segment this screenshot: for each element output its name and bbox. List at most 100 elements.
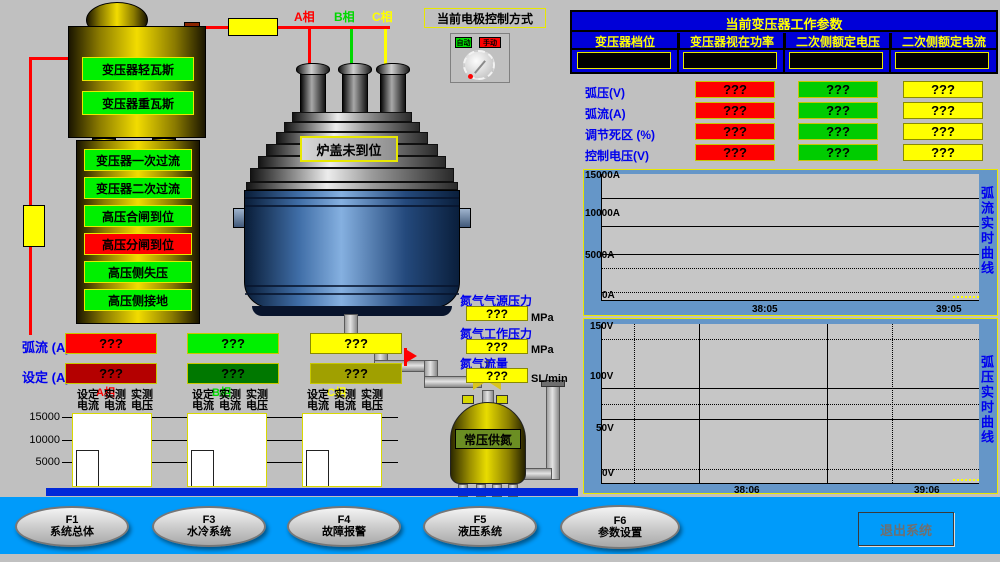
deadband-b: ??? — [798, 123, 878, 140]
furnace-lid-layer — [292, 112, 412, 122]
tap-position-value — [577, 52, 671, 69]
gridline — [602, 226, 979, 227]
lid-status-label: 炉盖未到位 — [300, 136, 398, 162]
col-set-current: 设定电流 — [74, 390, 102, 412]
circuit-line — [29, 247, 32, 335]
gridline — [892, 324, 893, 483]
bar-set-current-a — [76, 450, 99, 486]
circuit-line — [29, 57, 70, 60]
arc-current-c: ??? — [903, 102, 983, 119]
f3-label: 水冷系统 — [187, 526, 231, 539]
divider — [783, 33, 785, 72]
gridline — [634, 324, 635, 483]
furnace-rib — [245, 205, 459, 207]
footer-button-f3-water-cooling[interactable]: F3 水冷系统 — [152, 506, 266, 547]
setpoint-b-value[interactable]: ??? — [187, 363, 279, 384]
gridline — [602, 388, 979, 389]
col-meas-voltage: 实测电压 — [358, 390, 386, 412]
col-set-current: 设定电流 — [304, 390, 332, 412]
arc-voltage-b: ??? — [798, 81, 878, 98]
furnace-rib — [245, 197, 459, 199]
status-hv-grounding: 高压侧接地 — [84, 289, 192, 311]
bar-set-current-c — [306, 450, 329, 486]
arc-current-c-value: ??? — [310, 333, 402, 354]
line-marker-flag-icon — [407, 350, 417, 362]
footer-button-f5-hydraulic-system[interactable]: F5 液压系统 — [423, 506, 537, 547]
trend-cursor[interactable] — [953, 296, 979, 298]
footer-bar: F1 系统总体 F3 水冷系统 F4 故障报警 F5 液压系统 F6 参数设置 … — [0, 497, 1000, 554]
arc-current-trend-chart: 15000A 10000A 5000A 0A 38:05 39:05 弧流实时曲… — [583, 169, 998, 316]
deadband-label: 调节死区 (%) — [585, 126, 655, 143]
arc-current-b-value: ??? — [187, 333, 279, 354]
arc-voltage-label: 弧压(V) — [585, 84, 625, 101]
status-primary-overcurrent: 变压器一次过流 — [84, 149, 192, 171]
circuit-line — [29, 57, 32, 207]
floor-strip — [46, 488, 578, 496]
tank-label: 常压供氮 — [455, 429, 521, 449]
knob-indicator-dot — [468, 74, 473, 79]
furnace-rib — [245, 285, 459, 287]
exit-system-button[interactable]: 退出系统 — [858, 512, 954, 546]
auto-mode-button[interactable]: 自动 — [455, 37, 472, 48]
gas-working-pressure-value: ??? — [466, 339, 528, 354]
arc-current-row-label: 弧流 (A) — [22, 337, 70, 356]
furnace-lid-layer — [284, 122, 420, 132]
mode-selector-knob[interactable] — [463, 50, 495, 80]
trend-cursor[interactable] — [953, 479, 979, 481]
ytick-100V: 100V — [590, 371, 613, 382]
circuit-component — [23, 205, 45, 247]
col-meas-current: 实测电流 — [331, 390, 359, 412]
divider — [677, 33, 679, 72]
furnace-body — [244, 190, 460, 308]
bar-set-current-b — [191, 450, 214, 486]
gas-source-pressure-unit: MPa — [531, 312, 554, 324]
bar-ytick-5000: 5000 — [20, 456, 60, 468]
mode-selector-panel: 自动 手动 — [450, 33, 510, 83]
f6-key: F6 — [614, 515, 627, 527]
arc-voltage-trend-chart: 150V 100V 50V 0V 38:06 39:06 弧压实时曲线 — [583, 318, 998, 494]
footer-button-f4-fault-alarm[interactable]: F4 故障报警 — [287, 506, 401, 547]
divider — [572, 30, 996, 32]
control-voltage-a: ??? — [695, 144, 775, 161]
ytick-150V: 150V — [590, 321, 613, 332]
col-meas-current: 实测电流 — [101, 390, 129, 412]
status-transformer-light-gas: 变压器轻瓦斯 — [82, 57, 194, 81]
secondary-rated-voltage-value — [789, 52, 883, 69]
setpoint-c-value[interactable]: ??? — [310, 363, 402, 384]
manual-mode-button[interactable]: 手动 — [479, 37, 501, 48]
col-meas-current: 实测电流 — [216, 390, 244, 412]
footer-button-f1-system-overview[interactable]: F1 系统总体 — [15, 506, 129, 547]
gridline — [602, 404, 979, 405]
gridline — [602, 419, 979, 420]
furnace-lid-layer — [250, 168, 454, 182]
status-hv-voltage-loss: 高压侧失压 — [84, 261, 192, 283]
footer-button-f6-parameter-settings[interactable]: F6 参数设置 — [560, 505, 680, 549]
bar-panel-phase-a — [72, 413, 152, 487]
gas-working-pressure-unit: MPa — [531, 344, 554, 356]
gridline — [602, 469, 979, 470]
bar-ytick-10000: 10000 — [20, 434, 60, 446]
f4-label: 故障报警 — [322, 526, 366, 539]
f6-label: 参数设置 — [598, 527, 642, 540]
bar-panel-phase-b — [187, 413, 267, 487]
furnace-trunnion — [233, 208, 245, 228]
arc-voltage-plot-area — [601, 324, 979, 484]
ytick-0A: 0A — [602, 290, 615, 301]
ytick-10000A: 10000A — [585, 208, 620, 219]
xtick-left: 38:05 — [752, 304, 778, 315]
gas-flow-unit: SL/min — [531, 373, 568, 385]
transformer-body: 变压器轻瓦斯 变压器重瓦斯 — [68, 26, 206, 138]
alarm-panel: 变压器一次过流 变压器二次过流 高压合闸到位 高压分闸到位 高压侧失压 高压侧接… — [76, 140, 200, 324]
bar-ytick-15000: 15000 — [20, 411, 60, 423]
ytick-0V: 0V — [602, 468, 614, 479]
arc-current-a-value: ??? — [65, 333, 157, 354]
arc-current-label: 弧流(A) — [585, 105, 626, 122]
f4-key: F4 — [338, 514, 351, 526]
gridline — [602, 339, 979, 340]
phase-b-label: B相 — [334, 8, 355, 25]
gridline — [602, 292, 979, 293]
apparent-power-value — [683, 52, 777, 69]
arc-current-trend-title: 弧流实时曲线 — [977, 186, 996, 276]
setpoint-a-value[interactable]: ??? — [65, 363, 157, 384]
control-mode-title: 当前电极控制方式 — [424, 8, 546, 28]
